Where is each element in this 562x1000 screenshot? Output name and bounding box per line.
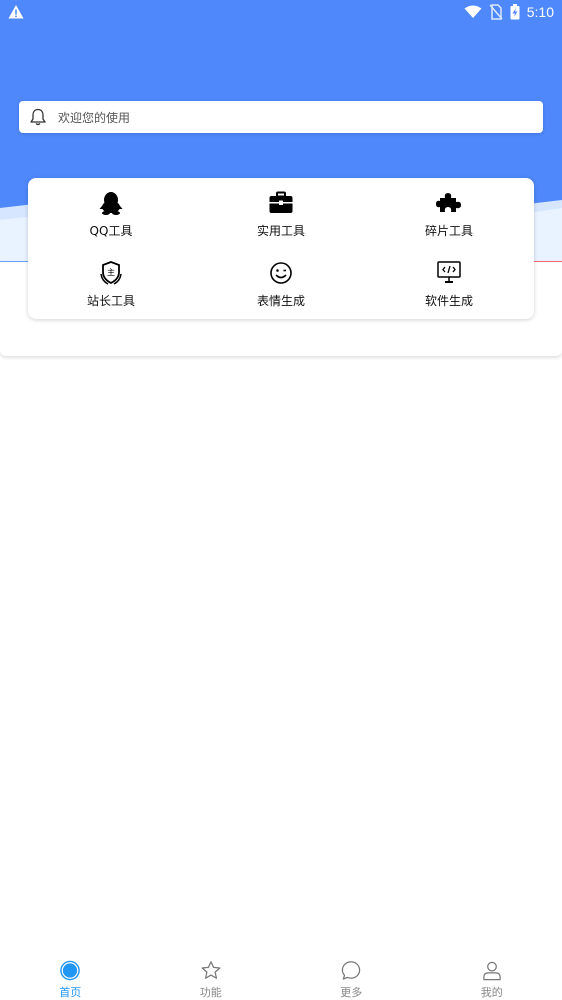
app-screen: 5:10 欢迎您的使用 QQ工具 实用工具 碎片工具 主 站长工具 表情生成 软… [0,0,562,1000]
bottom-nav: 首页 功能 更多 我的 [0,952,562,1000]
tool-emoji[interactable]: 表情生成 [216,260,346,316]
tool-fragment[interactable]: 碎片工具 [384,190,514,246]
status-bar: 5:10 [0,0,562,24]
bell-icon [30,108,46,126]
nav-features[interactable]: 功能 [141,952,282,1000]
webmaster-badge-icon: 主 [100,261,122,285]
qq-penguin-icon [99,192,123,215]
tool-label: 实用工具 [256,224,305,238]
tool-label: 碎片工具 [424,224,473,238]
svg-text:主: 主 [107,267,115,277]
nav-mine[interactable]: 我的 [422,952,562,1000]
nav-label: 我的 [480,986,503,999]
tool-label: 表情生成 [256,294,305,308]
tool-label: 站长工具 [86,294,135,308]
tool-practical[interactable]: 实用工具 [216,190,346,246]
nav-label: 首页 [59,986,82,999]
notice-bar[interactable]: 欢迎您的使用 [19,101,543,133]
user-icon [483,961,501,981]
status-time: 5:10 [526,4,554,20]
puzzle-icon [436,193,461,212]
notice-text: 欢迎您的使用 [58,110,131,125]
status-icons: 5:10 [464,3,554,21]
wifi-icon [464,5,482,18]
tool-label: QQ工具 [89,224,133,238]
tool-qq[interactable]: QQ工具 [46,190,176,246]
code-monitor-icon [437,261,461,283]
tool-label: 软件生成 [424,294,473,308]
toolbox-icon [269,191,293,213]
smiley-icon [270,262,292,284]
nav-more[interactable]: 更多 [281,952,422,1000]
star-icon [201,961,221,979]
chat-bubble-icon [342,961,361,980]
no-sim-icon [489,4,503,20]
home-circle-icon [60,960,81,981]
tool-software[interactable]: 软件生成 [384,260,514,316]
tool-grid: QQ工具 实用工具 碎片工具 主 站长工具 表情生成 软件生成 [28,178,534,319]
warning-icon [8,5,24,19]
battery-charging-icon [510,4,520,20]
tool-webmaster[interactable]: 主 站长工具 [46,260,176,316]
nav-label: 功能 [199,986,222,999]
nav-home[interactable]: 首页 [0,952,141,1000]
nav-label: 更多 [340,986,363,999]
